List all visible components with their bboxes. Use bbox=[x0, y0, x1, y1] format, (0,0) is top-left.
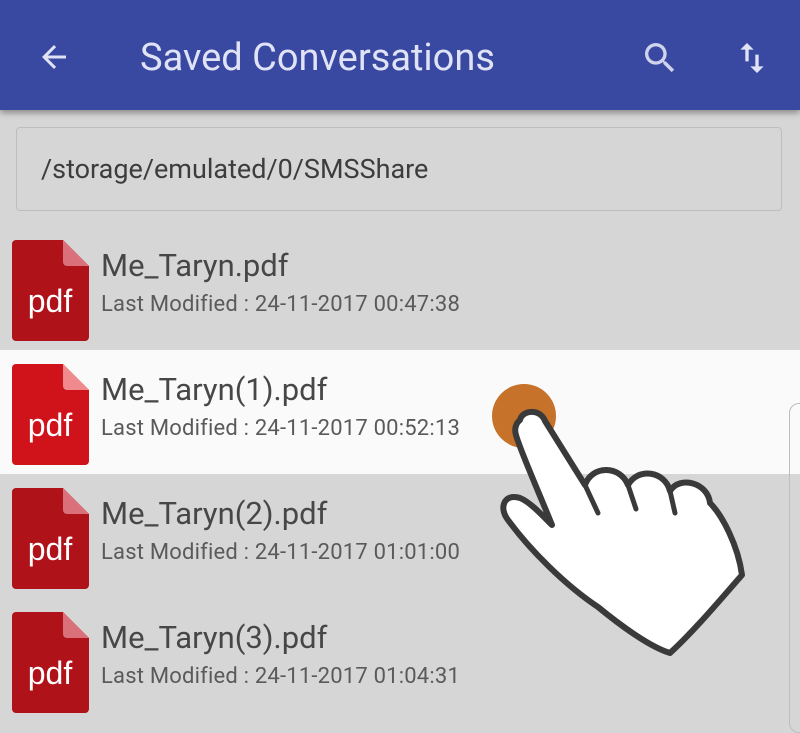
file-modified-date: Last Modified : 24-11-2017 00:47:38 bbox=[101, 292, 461, 317]
file-modified-date: Last Modified : 24-11-2017 01:01:00 bbox=[101, 540, 461, 565]
svg-text:pdf: pdf bbox=[28, 407, 73, 443]
pdf-file-icon: pdf bbox=[12, 240, 89, 341]
hand-pointer-icon bbox=[500, 408, 745, 656]
storage-path-field[interactable]: /storage/emulated/0/SMSShare bbox=[16, 127, 782, 211]
svg-text:pdf: pdf bbox=[28, 655, 73, 691]
storage-path-text: /storage/emulated/0/SMSShare bbox=[41, 153, 429, 185]
arrow-left-icon bbox=[42, 45, 66, 69]
file-modified-date: Last Modified : 24-11-2017 01:04:31 bbox=[101, 664, 461, 689]
file-name: Me_Taryn(1).pdf bbox=[101, 371, 328, 408]
app-bar: Saved Conversations bbox=[0, 0, 800, 110]
pdf-file-icon: pdf bbox=[12, 364, 89, 465]
file-list-item[interactable]: pdf Me_Taryn.pdf Last Modified : 24-11-2… bbox=[0, 226, 800, 350]
svg-text:pdf: pdf bbox=[28, 283, 73, 319]
svg-text:pdf: pdf bbox=[28, 531, 73, 567]
pdf-file-icon: pdf bbox=[12, 612, 89, 713]
search-icon bbox=[645, 43, 675, 73]
sort-arrows-icon bbox=[740, 43, 764, 73]
page-title: Saved Conversations bbox=[140, 36, 495, 80]
pdf-file-icon: pdf bbox=[12, 488, 89, 589]
sort-button[interactable] bbox=[728, 34, 776, 82]
back-button[interactable] bbox=[30, 33, 78, 81]
edge-panel-handle[interactable] bbox=[789, 403, 800, 733]
file-name: Me_Taryn.pdf bbox=[101, 247, 289, 284]
search-button[interactable] bbox=[636, 34, 684, 82]
file-name: Me_Taryn(3).pdf bbox=[101, 619, 328, 656]
file-name: Me_Taryn(2).pdf bbox=[101, 495, 328, 532]
file-modified-date: Last Modified : 24-11-2017 00:52:13 bbox=[101, 416, 461, 441]
